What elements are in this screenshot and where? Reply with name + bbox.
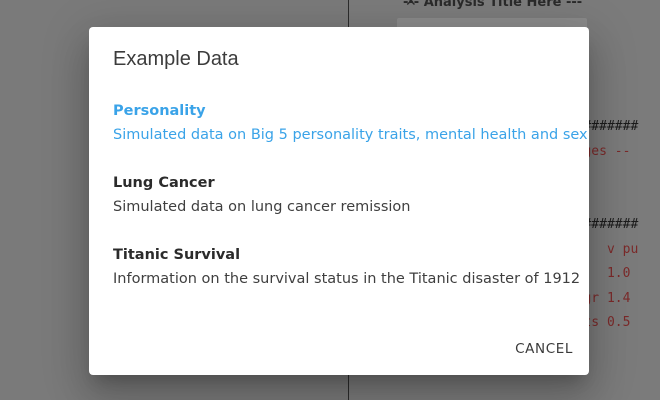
dataset-name: Personality — [113, 103, 206, 119]
dataset-name: Titanic Survival — [113, 247, 241, 263]
dataset-name: Lung Cancer — [113, 175, 215, 191]
dataset-description: Simulated data on lung cancer remission — [113, 199, 411, 215]
dialog-title: Example Data — [113, 48, 239, 70]
dataset-item-lung-cancer[interactable]: Lung Cancer Simulated data on lung cance… — [113, 173, 573, 217]
example-data-dialog: Example Data Personality Simulated data … — [89, 27, 589, 375]
dataset-description: Simulated data on Big 5 personality trai… — [113, 127, 588, 143]
dataset-item-titanic-survival[interactable]: Titanic Survival Information on the surv… — [113, 245, 581, 289]
dataset-item-personality[interactable]: Personality Simulated data on Big 5 pers… — [113, 101, 588, 145]
editor-tab-title: --- Analysis Title Here --- — [403, 0, 583, 10]
cancel-button[interactable]: CANCEL — [515, 339, 573, 359]
dataset-description: Information on the survival status in th… — [113, 271, 581, 287]
